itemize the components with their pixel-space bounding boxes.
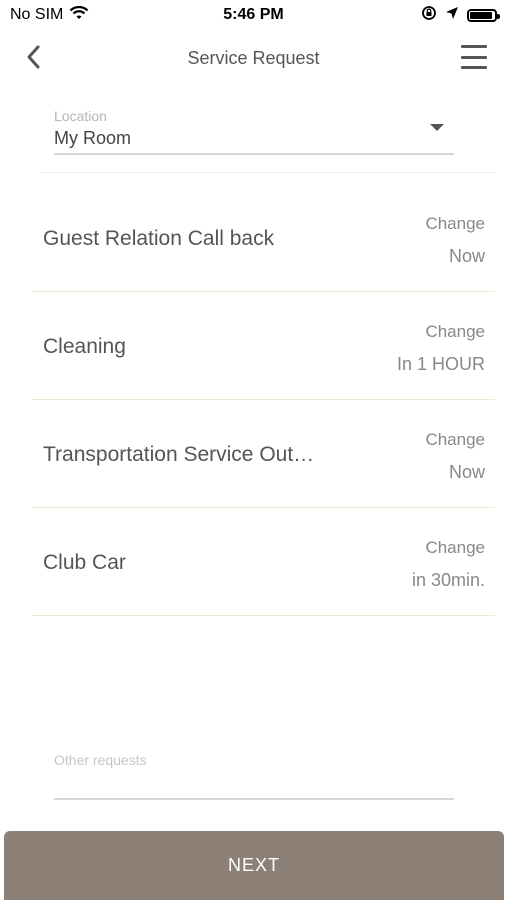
battery-icon — [467, 8, 500, 22]
service-name: Guest Relation Call back — [43, 227, 275, 250]
dropdown-caret-icon — [430, 124, 444, 131]
orientation-lock-icon — [421, 5, 437, 26]
status-left: No SIM — [10, 5, 89, 25]
wifi-icon — [69, 5, 89, 25]
back-button[interactable] — [18, 42, 48, 72]
service-row: Guest Relation Call back Change Now — [32, 184, 495, 292]
service-time: Now — [448, 462, 485, 482]
hamburger-menu-icon-bar — [461, 45, 487, 48]
service-name: Cleaning — [43, 335, 126, 358]
carrier-label: No SIM — [10, 6, 64, 23]
service-row: Transportation Service Out… Change Now — [32, 400, 495, 508]
change-button[interactable]: Change — [425, 538, 485, 558]
hamburger-menu-icon-bar — [461, 55, 487, 59]
location-value: My Room — [54, 128, 132, 148]
chevron-left-icon — [27, 45, 40, 69]
location-field: Location My Room — [54, 108, 454, 155]
status-right — [421, 5, 500, 26]
hamburger-menu-icon-bar — [461, 66, 487, 69]
nav-bar: Service Request — [0, 30, 507, 86]
location-arrow-icon — [445, 6, 459, 25]
service-time: In 1 HOUR — [396, 354, 485, 374]
service-row: Cleaning Change In 1 HOUR — [32, 292, 495, 400]
service-time: Now — [448, 246, 485, 266]
change-button[interactable]: Change — [425, 214, 485, 234]
service-time: in 30min. — [411, 570, 485, 590]
service-row: Club Car Change in 30min. — [32, 508, 495, 616]
change-button[interactable]: Change — [425, 430, 485, 450]
next-button[interactable]: NEXT — [4, 831, 504, 900]
page-title: Service Request — [187, 47, 320, 68]
divider — [40, 172, 495, 173]
battery-level — [470, 11, 493, 19]
service-name: Transportation Service Out… — [43, 443, 315, 466]
menu-button[interactable] — [461, 45, 487, 69]
location-label: Location — [54, 108, 107, 124]
change-button[interactable]: Change — [425, 322, 485, 342]
location-select[interactable]: My Room — [54, 124, 454, 155]
service-list: Guest Relation Call back Change Now Cleanin… — [32, 184, 495, 616]
status-bar: No SIM 5:46 PM — [0, 0, 507, 30]
other-requests-input[interactable] — [54, 750, 454, 800]
service-name: Club Car — [43, 551, 126, 574]
